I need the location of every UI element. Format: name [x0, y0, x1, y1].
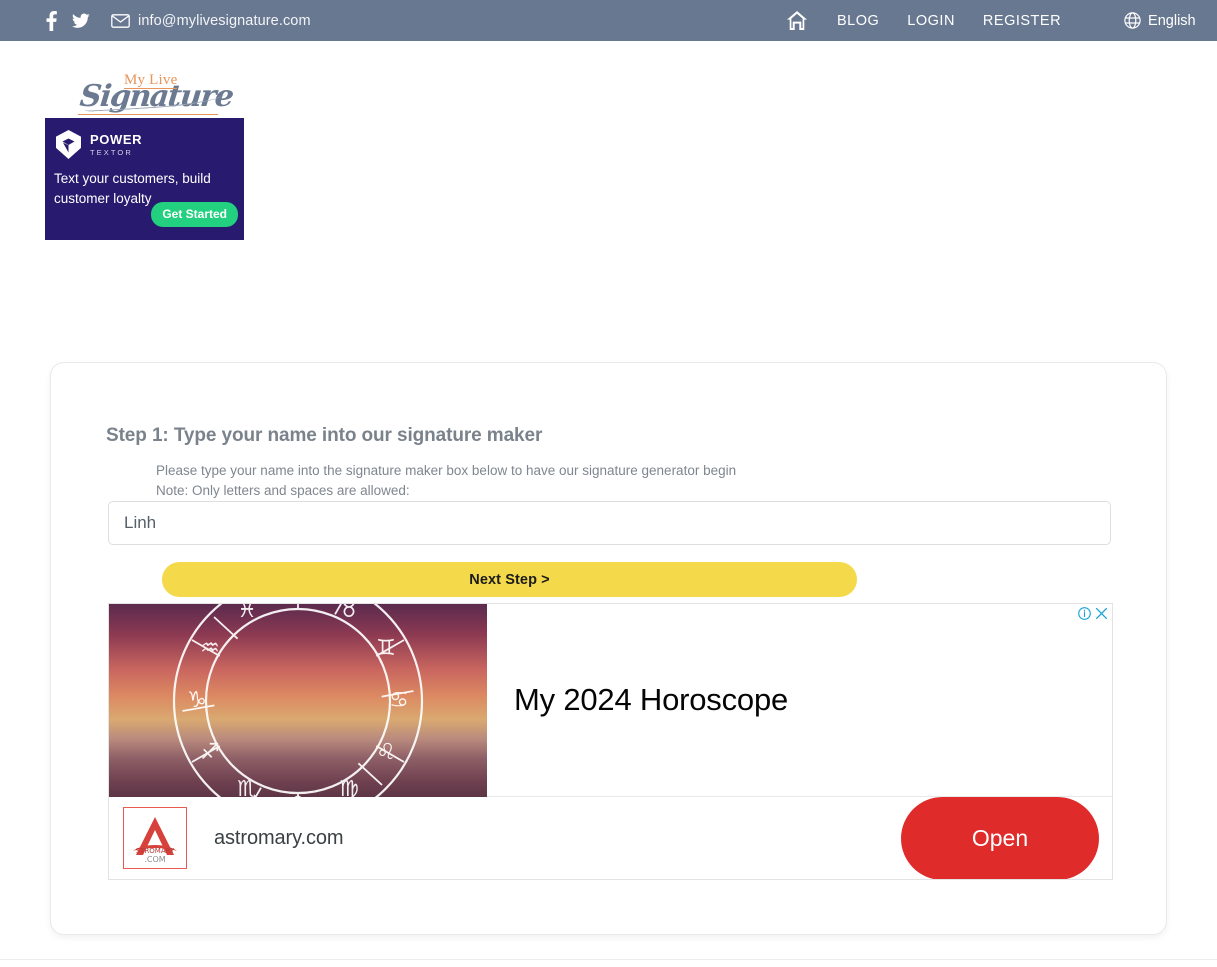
power-textor-brand-line1: POWER: [90, 131, 143, 147]
google-ad-unit: ♈ ♉ ♊ ♋ ♌ ♍ ♎ ♏ ♐ ♑ ♒ ♓ My 2024 Horoscop…: [108, 603, 1113, 880]
power-textor-brand-line2: TEXTOR: [90, 147, 133, 157]
svg-text:♒: ♒: [200, 636, 220, 661]
svg-text:.COM: .COM: [144, 855, 165, 864]
svg-text:♈: ♈: [288, 604, 308, 610]
home-icon[interactable]: [786, 10, 808, 32]
close-icon[interactable]: [1095, 607, 1108, 620]
step-title: Step 1: Type your name into our signatur…: [106, 425, 543, 446]
logo-tagline: My Live: [124, 72, 178, 89]
ad-open-button[interactable]: Open: [901, 796, 1099, 879]
globe-icon: [1124, 12, 1141, 29]
advertiser-name: astromary.com: [214, 826, 344, 849]
svg-text:♋: ♋: [389, 688, 409, 713]
google-ad-creative[interactable]: ♈ ♉ ♊ ♋ ♌ ♍ ♎ ♏ ♐ ♑ ♒ ♓ My 2024 Horoscop…: [109, 604, 1112, 797]
facebook-icon[interactable]: [36, 10, 66, 32]
twitter-icon[interactable]: [66, 10, 96, 32]
step-description-line2: Note: Only letters and spaces are allowe…: [156, 483, 410, 498]
google-ad-footer: STROMARY .COM astromary.com Open: [109, 796, 1112, 879]
next-step-button[interactable]: Next Step >: [162, 562, 857, 597]
step-description: Please type your name into the signature…: [156, 461, 736, 501]
site-logo[interactable]: Signature My Live: [76, 70, 234, 115]
nav-login[interactable]: LOGIN: [907, 13, 955, 29]
svg-text:♐: ♐: [200, 740, 220, 765]
ad-headline: My 2024 Horoscope: [514, 682, 789, 717]
power-textor-logo-icon: [54, 129, 83, 160]
horoscope-zodiac-image: ♈ ♉ ♊ ♋ ♌ ♍ ♎ ♏ ♐ ♑ ♒ ♓: [109, 604, 487, 797]
svg-text:♌: ♌: [376, 740, 396, 765]
advertiser-logo-icon: STROMARY .COM: [123, 807, 187, 869]
sidebar-advertisement[interactable]: POWER TEXTOR Text your customers, build …: [45, 118, 244, 240]
email-address: info@mylivesignature.com: [138, 12, 311, 29]
envelope-icon: [111, 13, 130, 28]
svg-text:♍: ♍: [339, 777, 359, 798]
svg-text:♉: ♉: [339, 604, 359, 623]
name-input[interactable]: [108, 501, 1111, 545]
nav-register[interactable]: REGISTER: [983, 13, 1061, 29]
power-textor-brand: POWER TEXTOR: [90, 133, 142, 157]
get-started-button[interactable]: Get Started: [151, 202, 238, 227]
top-bar: info@mylivesignature.com BLOG LOGIN REGI…: [0, 0, 1217, 41]
page-bottom-divider: [0, 959, 1217, 960]
nav-blog[interactable]: BLOG: [837, 13, 879, 29]
signature-maker-card: Step 1: Type your name into our signatur…: [50, 362, 1167, 935]
logo-underline-decoration: [78, 114, 218, 115]
language-selector[interactable]: English: [1124, 12, 1196, 29]
svg-text:♓: ♓: [237, 604, 257, 623]
svg-text:STROMARY: STROMARY: [136, 847, 175, 855]
info-circle-icon[interactable]: [1078, 607, 1091, 620]
email-link[interactable]: info@mylivesignature.com: [111, 13, 311, 29]
svg-text:♑: ♑: [187, 688, 207, 713]
top-bar-left-group: info@mylivesignature.com: [36, 10, 311, 32]
svg-text:♊: ♊: [376, 636, 396, 661]
power-textor-header: POWER TEXTOR: [54, 129, 244, 160]
step-description-line1: Please type your name into the signature…: [156, 463, 737, 478]
svg-text:♎: ♎: [288, 791, 308, 798]
svg-text:♏: ♏: [237, 777, 257, 798]
language-label: English: [1148, 12, 1196, 29]
ad-badges: [1078, 607, 1108, 620]
top-bar-nav: BLOG LOGIN REGISTER English: [786, 0, 1196, 41]
